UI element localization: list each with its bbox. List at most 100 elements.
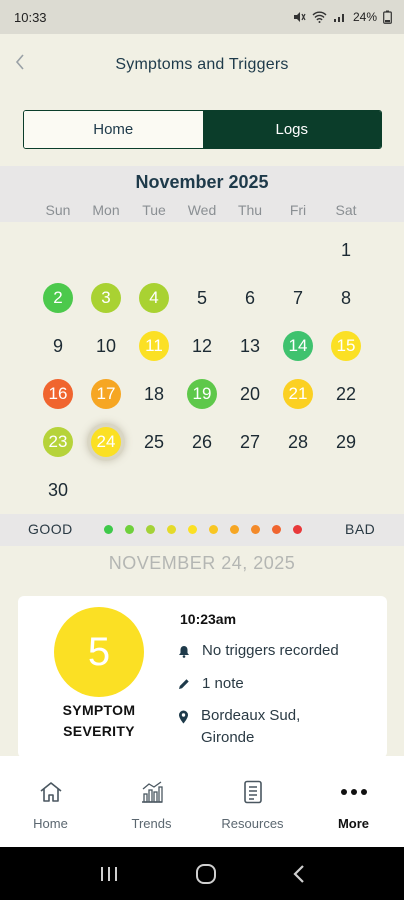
nav-resources[interactable]: Resources: [202, 756, 303, 847]
calendar-day-8[interactable]: 8: [331, 283, 361, 313]
weekday-label: Sun: [45, 202, 71, 218]
calendar-day-cell: 13: [226, 322, 274, 370]
calendar-day-18[interactable]: 18: [139, 379, 169, 409]
recent-apps-icon[interactable]: [98, 865, 120, 883]
calendar-day-10[interactable]: 10: [91, 331, 121, 361]
calendar-day-27[interactable]: 27: [235, 427, 265, 457]
legend-dot: [272, 525, 281, 534]
calendar-day-cell: 17: [82, 370, 130, 418]
weekday-label: Thu: [237, 202, 263, 218]
calendar-day-19[interactable]: 19: [187, 379, 217, 409]
nav-trends-label: Trends: [131, 816, 172, 831]
location-row: Bordeaux Sud, Gironde: [178, 705, 300, 749]
calendar-day-15[interactable]: 15: [331, 331, 361, 361]
tab-home[interactable]: Home: [24, 111, 203, 148]
calendar-day-cell: 6: [226, 274, 274, 322]
nav-resources-label: Resources: [221, 816, 284, 831]
calendar-grid: 1 2 3 4 5 6 7 8 9 10 11 12 13 14 15 16 17 18 19 20 21 22 23 24 2…: [34, 226, 370, 514]
calendar-day-cell: 30: [34, 466, 82, 514]
calendar-day-26[interactable]: 26: [187, 427, 217, 457]
legend-dot: [104, 525, 113, 534]
calendar-day-28[interactable]: 28: [283, 427, 313, 457]
back-nav-icon[interactable]: [292, 864, 306, 884]
calendar-day-cell: 28: [274, 418, 322, 466]
mute-icon: [293, 12, 306, 22]
triggers-text: No triggers recorded: [202, 642, 339, 659]
weekday-label: Wed: [187, 202, 217, 218]
calendar-day-cell: 5: [178, 274, 226, 322]
weekday-label: Tue: [142, 202, 166, 218]
tab-logs[interactable]: Logs: [202, 111, 381, 148]
calendar-day-1[interactable]: 1: [331, 235, 361, 265]
calendar-blank: [34, 226, 82, 274]
severity-score: 5: [54, 607, 144, 697]
calendar-day-4[interactable]: 4: [139, 283, 169, 313]
calendar-day-17[interactable]: 17: [91, 379, 121, 409]
calendar-day-14[interactable]: 14: [283, 331, 313, 361]
calendar-day-cell: 25: [130, 418, 178, 466]
calendar-day-29[interactable]: 29: [331, 427, 361, 457]
calendar-day-cell: 18: [130, 370, 178, 418]
calendar-day-5[interactable]: 5: [187, 283, 217, 313]
pencil-icon: [179, 679, 189, 689]
bottom-nav: Home Trends Resources More: [0, 756, 404, 847]
legend-dot: [293, 525, 302, 534]
severity-caption-line1: SYMPTOM: [62, 702, 136, 718]
calendar-day-cell: 3: [82, 274, 130, 322]
calendar-day-24[interactable]: 24: [91, 427, 121, 457]
calendar-blank: [82, 226, 130, 274]
calendar-day-20[interactable]: 20: [235, 379, 265, 409]
legend-dot: [188, 525, 197, 534]
calendar-day-30[interactable]: 30: [43, 475, 73, 505]
app-header: Symptoms and Triggers: [0, 34, 404, 96]
month-title: November 2025: [135, 172, 269, 192]
calendar-day-cell: 2: [34, 274, 82, 322]
calendar-day-11[interactable]: 11: [139, 331, 169, 361]
calendar-day-cell: 21: [274, 370, 322, 418]
calendar-day-cell: 8: [322, 274, 370, 322]
calendar-day-6[interactable]: 6: [235, 283, 265, 313]
nav-home[interactable]: Home: [0, 756, 101, 847]
nav-more[interactable]: More: [303, 756, 404, 847]
calendar-day-cell: 29: [322, 418, 370, 466]
calendar-day-3[interactable]: 3: [91, 283, 121, 313]
calendar-day-12[interactable]: 12: [187, 331, 217, 361]
log-entry-card[interactable]: 5 SYMPTOM SEVERITY 10:23am No triggers r…: [18, 596, 387, 758]
calendar-day-16[interactable]: 16: [43, 379, 73, 409]
calendar-day-21[interactable]: 21: [283, 379, 313, 409]
calendar-day-2[interactable]: 2: [43, 283, 73, 313]
status-bar: 10:33 24%: [0, 0, 404, 34]
home-button-icon[interactable]: [195, 863, 217, 885]
calendar-blank: [178, 226, 226, 274]
calendar-day-cell: 11: [130, 322, 178, 370]
calendar-day-cell: 26: [178, 418, 226, 466]
calendar-day-13[interactable]: 13: [235, 331, 265, 361]
calendar-day-cell: 15: [322, 322, 370, 370]
selected-date-label: NOVEMBER 24, 2025: [108, 553, 296, 573]
view-tabs: Home Logs: [23, 110, 382, 149]
calendar-day-22[interactable]: 22: [331, 379, 361, 409]
location-line1: Bordeaux Sud,: [201, 707, 301, 724]
calendar-day-7[interactable]: 7: [283, 283, 313, 313]
nav-trends[interactable]: Trends: [101, 756, 202, 847]
calendar-day-cell: 23: [34, 418, 82, 466]
weekday-label: Fri: [289, 202, 307, 218]
calendar-day-9[interactable]: 9: [43, 331, 73, 361]
calendar-day-cell: 1: [322, 226, 370, 274]
calendar-day-25[interactable]: 25: [139, 427, 169, 457]
back-button[interactable]: [8, 50, 32, 74]
calendar-blank: [130, 226, 178, 274]
calendar-day-cell: 4: [130, 274, 178, 322]
legend-dots: [104, 525, 302, 534]
status-icons: 24%: [293, 10, 392, 24]
calendar-blank: [274, 226, 322, 274]
wifi-icon: [312, 11, 327, 23]
more-icon: [340, 789, 367, 795]
notes-text: 1 note: [202, 675, 244, 692]
calendar-day-23[interactable]: 23: [43, 427, 73, 457]
chevron-left-icon: [15, 54, 24, 70]
calendar-day-cell: 27: [226, 418, 274, 466]
bell-icon: [179, 646, 189, 658]
page-title: Symptoms and Triggers: [115, 56, 289, 73]
legend-dot: [251, 525, 260, 534]
